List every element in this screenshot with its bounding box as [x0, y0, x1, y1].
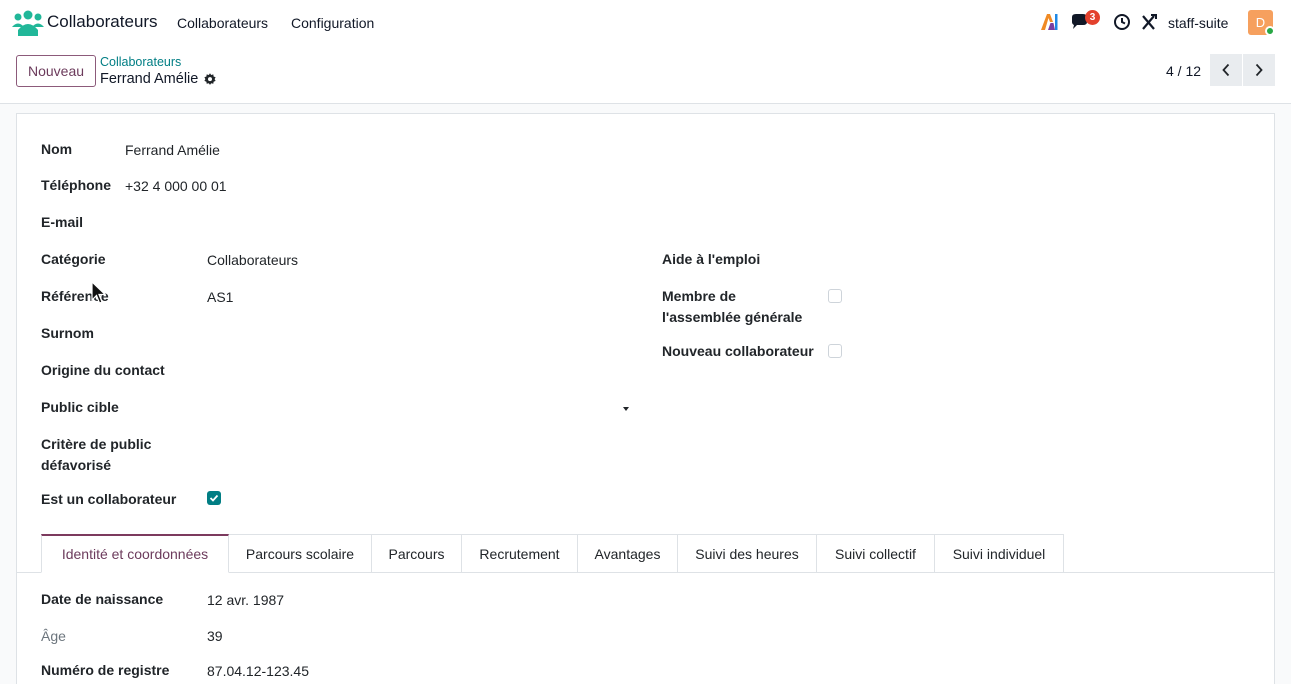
nouveau-collaborateur-label: Nouveau collaborateur [662, 343, 814, 359]
pager-value[interactable]: 4 / 12 [1166, 63, 1201, 79]
chevron-right-icon [1255, 63, 1263, 77]
gear-icon[interactable] [203, 72, 217, 86]
breadcrumb-current: Ferrand Amélie [100, 71, 199, 87]
tab-recrutement[interactable]: Recrutement [462, 534, 578, 573]
date-naissance-label: Date de naissance [41, 591, 164, 607]
nom-field[interactable]: Ferrand Amélie [125, 140, 220, 161]
email-label: E-mail [41, 214, 84, 230]
breadcrumb-parent[interactable]: Collaborateurs [100, 55, 181, 69]
critere-public-label: Critère de public défavorisé [41, 434, 151, 476]
categorie-field[interactable]: Collaborateurs [207, 250, 298, 271]
est-collaborateur-checkbox[interactable] [207, 491, 221, 505]
age-value: 39 [207, 628, 223, 644]
origine-contact-label: Origine du contact [41, 362, 165, 378]
presence-status-dot [1265, 26, 1275, 36]
aide-emploi-label: Aide à l'emploi [662, 251, 761, 267]
surnom-label: Surnom [41, 325, 94, 341]
form-sheet [16, 113, 1275, 684]
tab-avantages[interactable]: Avantages [578, 534, 678, 573]
tab-suivi-collectif[interactable]: Suivi collectif [817, 534, 935, 573]
origine-contact-field[interactable] [207, 359, 627, 381]
membre-ag-label-line1: Membre de [662, 288, 736, 304]
reference-field[interactable]: AS1 [207, 287, 233, 308]
membre-ag-checkbox[interactable] [828, 289, 842, 303]
telephone-label: Téléphone [41, 177, 112, 193]
dropdown-caret-icon[interactable] [623, 407, 629, 411]
critere-public-label-line1: Critère de public [41, 436, 152, 452]
tab-parcours[interactable]: Parcours [372, 534, 462, 573]
top-navbar: Collaborateurs Collaborateurs Configurat… [0, 0, 1291, 46]
tab-parcours-scolaire[interactable]: Parcours scolaire [229, 534, 372, 573]
collaborators-app-icon[interactable] [12, 10, 44, 36]
critere-public-field[interactable] [207, 443, 627, 465]
email-field[interactable] [125, 211, 625, 233]
public-cible-select[interactable] [207, 396, 627, 418]
surnom-field[interactable] [207, 322, 627, 344]
categorie-label: Catégorie [41, 251, 106, 267]
menu-configuration[interactable]: Configuration [291, 15, 374, 31]
public-cible-label: Public cible [41, 399, 119, 415]
control-panel: Nouveau Collaborateurs Ferrand Amélie 4 … [0, 46, 1291, 104]
menu-collaborateurs[interactable]: Collaborateurs [177, 15, 268, 31]
check-icon [209, 494, 219, 502]
pager-previous-button[interactable] [1210, 54, 1242, 86]
tab-suivi-heures[interactable]: Suivi des heures [678, 534, 817, 573]
new-button[interactable]: Nouveau [16, 55, 96, 87]
membre-ag-label: Membre de l'assemblée générale [662, 286, 802, 328]
aide-emploi-field[interactable] [828, 248, 1228, 270]
mouse-cursor-icon [91, 281, 107, 304]
ai-icon[interactable] [1040, 11, 1058, 33]
database-name[interactable]: staff-suite [1168, 15, 1228, 31]
numero-registre-field[interactable]: 87.04.12-123.45 [207, 661, 309, 682]
age-label: Âge [41, 628, 66, 644]
pager-next-button[interactable] [1243, 54, 1275, 86]
tools-icon[interactable] [1140, 11, 1158, 33]
chevron-left-icon [1222, 63, 1230, 77]
nom-label: Nom [41, 141, 73, 157]
est-collaborateur-label: Est un collaborateur [41, 491, 177, 507]
notification-badge: 3 [1085, 10, 1100, 25]
telephone-field[interactable]: +32 4 000 00 01 [125, 176, 227, 197]
date-naissance-field[interactable]: 12 avr. 1987 [207, 590, 284, 611]
app-name[interactable]: Collaborateurs [47, 12, 158, 32]
critere-public-label-line2: défavorisé [41, 457, 112, 473]
membre-ag-label-line2: l'assemblée générale [662, 309, 803, 325]
numero-registre-label: Numéro de registre [41, 662, 170, 678]
clock-icon[interactable] [1113, 11, 1131, 33]
nouveau-collaborateur-checkbox[interactable] [828, 344, 842, 358]
tab-suivi-individuel[interactable]: Suivi individuel [935, 534, 1064, 573]
tab-identite-coordonnees[interactable]: Identité et coordonnées [41, 534, 229, 573]
